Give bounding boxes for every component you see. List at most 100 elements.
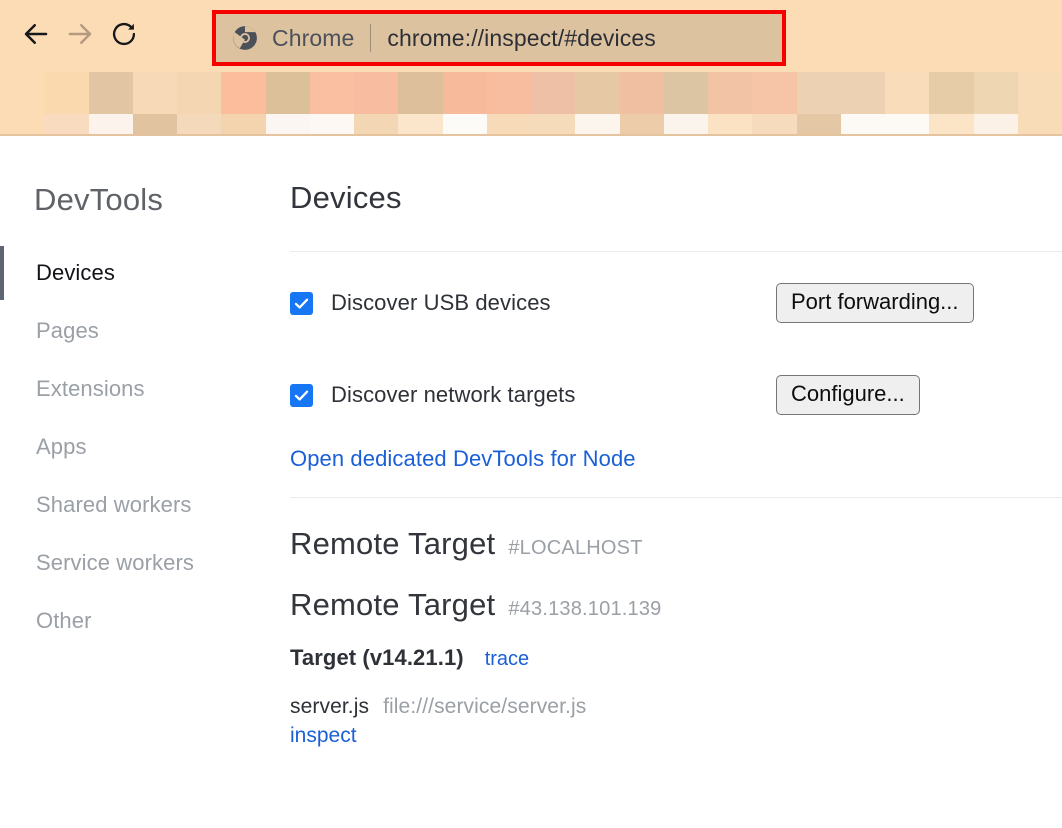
arrow-left-icon	[21, 19, 51, 49]
remote-target-group: Remote Target #43.138.101.139 Target (v1…	[290, 587, 1062, 748]
mosaic-cell	[486, 72, 531, 114]
discover-usb-checkbox[interactable]	[290, 291, 313, 315]
devtools-title: DevTools	[34, 182, 164, 217]
remote-target-group: Remote Target #LOCALHOST	[290, 526, 1062, 562]
remote-target-title: Remote Target	[290, 526, 496, 561]
mosaic-cell	[663, 72, 708, 114]
mosaic-cell	[531, 114, 576, 136]
sidebar-item-label: Service workers	[36, 550, 194, 575]
mosaic-cell	[44, 72, 89, 114]
mosaic-cell	[354, 72, 399, 114]
mosaic-cell	[619, 114, 664, 136]
target-file-url: file:///service/server.js	[383, 695, 587, 718]
mosaic-cell	[663, 114, 708, 136]
mosaic-cell	[796, 72, 841, 114]
mosaic-cell	[221, 72, 266, 114]
mosaic-cell	[0, 114, 45, 136]
address-bar-highlight: Chrome chrome://inspect/#devices	[212, 10, 786, 66]
mosaic-cell	[88, 114, 133, 136]
forward-button[interactable]	[58, 12, 102, 56]
target-entry-header: Target (v14.21.1) trace	[290, 645, 1062, 671]
sidebar-item-label: Extensions	[36, 376, 145, 401]
mosaic-cell	[398, 72, 443, 114]
mosaic-cell	[752, 114, 797, 136]
page-title: Devices	[290, 180, 402, 215]
mosaic-cell	[221, 114, 266, 136]
mosaic-cell	[531, 72, 576, 114]
sidebar-item-label: Devices	[36, 260, 115, 285]
mosaic-cell	[354, 114, 399, 136]
discover-network-checkbox[interactable]	[290, 383, 313, 407]
mosaic-cell	[1017, 72, 1062, 114]
mosaic-cell	[177, 72, 222, 114]
mosaic-cell	[398, 114, 443, 136]
mosaic-cell	[885, 114, 930, 136]
target-file-row: server.js file:///service/server.js	[290, 695, 1062, 719]
remote-target-host: #LOCALHOST	[508, 537, 643, 559]
mosaic-cell	[44, 114, 89, 136]
mosaic-cell	[442, 114, 487, 136]
mosaic-row-1	[0, 72, 1062, 114]
reload-icon	[110, 20, 138, 48]
mosaic-cell	[265, 114, 310, 136]
chrome-logo-icon	[232, 25, 258, 51]
mosaic-cell	[309, 114, 354, 136]
address-bar[interactable]: Chrome chrome://inspect/#devices	[216, 14, 782, 62]
remote-targets-list: Remote Target #LOCALHOST Remote Target #…	[290, 526, 1062, 748]
reload-button[interactable]	[102, 12, 146, 56]
mosaic-cell	[575, 114, 620, 136]
mosaic-cell	[309, 72, 354, 114]
sidebar-nav-list: Devices Pages Extensions Apps Shared wor…	[0, 244, 288, 650]
omnibox-brand-label: Chrome	[272, 24, 355, 51]
target-name: Target (v14.21.1)	[290, 645, 464, 670]
sidebar-item-pages[interactable]: Pages	[0, 302, 288, 360]
mosaic-cell	[132, 72, 177, 114]
discover-usb-row: Discover USB devices Port forwarding...	[290, 278, 1062, 328]
omnibox-divider	[370, 24, 372, 52]
mosaic-cell	[708, 72, 753, 114]
sidebar-item-label: Pages	[36, 318, 99, 343]
trace-link[interactable]: trace	[485, 648, 529, 671]
mosaic-cell	[619, 72, 664, 114]
sidebar-item-label: Other	[36, 608, 92, 633]
mosaic-cell	[840, 114, 885, 136]
mosaic-cell	[929, 72, 974, 114]
configure-button[interactable]: Configure...	[776, 375, 920, 415]
discover-usb-label[interactable]: Discover USB devices	[331, 290, 551, 316]
omnibox-url-text: chrome://inspect/#devices	[387, 24, 656, 51]
sidebar-item-service-workers[interactable]: Service workers	[0, 534, 288, 592]
arrow-right-icon	[65, 19, 95, 49]
inspect-link[interactable]: inspect	[290, 724, 357, 748]
mosaic-cell	[486, 114, 531, 136]
target-file-name: server.js	[290, 695, 370, 718]
discovery-settings: Discover USB devices Port forwarding... …	[290, 252, 1062, 472]
remote-target-header: Remote Target #43.138.101.139	[290, 587, 1062, 623]
inspect-page: DevTools Devices Pages Extensions Apps S…	[0, 136, 1062, 828]
port-forwarding-button[interactable]: Port forwarding...	[776, 283, 974, 323]
browser-toolbar: Chrome chrome://inspect/#devices	[0, 0, 1062, 68]
remote-target-host: #43.138.101.139	[508, 598, 662, 620]
remote-target-title: Remote Target	[290, 587, 496, 622]
mosaic-cell	[885, 72, 930, 114]
back-button[interactable]	[14, 12, 58, 56]
content-area: Devices Discover USB devices Port forwar…	[288, 136, 1062, 828]
open-node-devtools-link[interactable]: Open dedicated DevTools for Node	[290, 446, 636, 472]
navigation-controls	[0, 0, 146, 68]
sidebar-item-devices[interactable]: Devices	[0, 244, 288, 302]
sidebar-item-label: Shared workers	[36, 492, 192, 517]
discover-network-label[interactable]: Discover network targets	[331, 382, 576, 408]
sidebar: DevTools Devices Pages Extensions Apps S…	[0, 136, 288, 828]
mosaic-cell	[132, 114, 177, 136]
mosaic-cell	[177, 114, 222, 136]
sidebar-item-apps[interactable]: Apps	[0, 418, 288, 476]
mosaic-cell	[0, 72, 45, 114]
obscured-bookmarks-bar	[0, 68, 1062, 136]
mosaic-cell	[929, 114, 974, 136]
mosaic-cell	[796, 114, 841, 136]
sidebar-item-shared-workers[interactable]: Shared workers	[0, 476, 288, 534]
mosaic-cell	[265, 72, 310, 114]
target-entry: Target (v14.21.1) trace server.js file:/…	[290, 645, 1062, 748]
sidebar-item-extensions[interactable]: Extensions	[0, 360, 288, 418]
sidebar-item-other[interactable]: Other	[0, 592, 288, 650]
mosaic-cell	[973, 114, 1018, 136]
